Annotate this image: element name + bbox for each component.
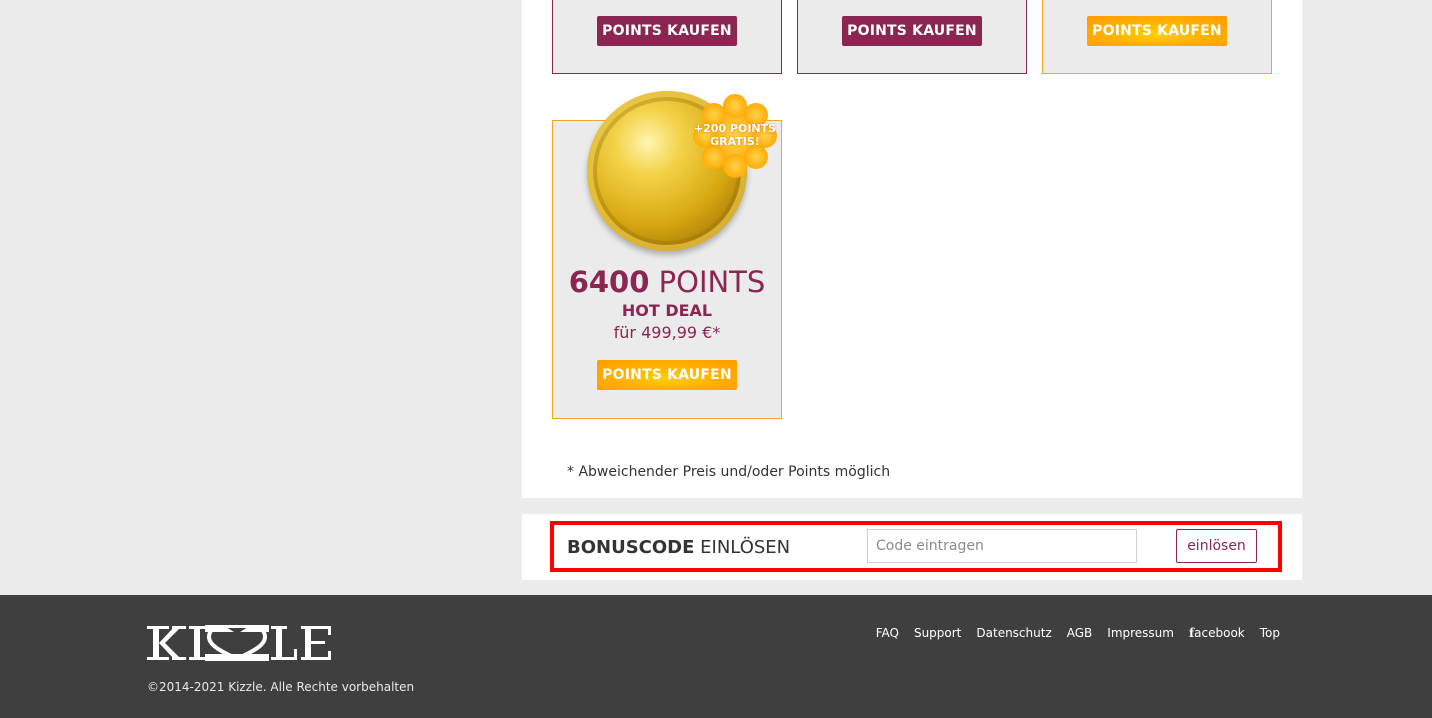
buy-points-button-hot-deal[interactable]: POINTS KAUFEN	[597, 360, 737, 390]
buy-points-button-1[interactable]: POINTS KAUFEN	[597, 16, 737, 46]
footer-links: FAQ Support Datenschutz AGB Impressum fa…	[876, 626, 1280, 640]
kizzle-logo[interactable]	[147, 625, 331, 661]
package-card-2: POINTS KAUFEN	[797, 0, 1027, 74]
footer-link-privacy[interactable]: Datenschutz	[976, 626, 1051, 640]
hot-deal-card: +200 POINTS GRATIS! 6400 POINTS HOT DEAL…	[552, 91, 782, 419]
starburst-badge-icon: +200 POINTS GRATIS!	[691, 92, 779, 180]
buy-points-button-3[interactable]: POINTS KAUFEN	[1087, 16, 1227, 46]
points-packages-panel: POINTS KAUFEN POINTS KAUFEN POINTS KAUFE…	[522, 0, 1302, 498]
hot-deal-label: HOT DEAL	[621, 301, 713, 320]
price-note: * Abweichender Preis und/oder Points mög…	[567, 464, 891, 480]
package-card-1: POINTS KAUFEN	[552, 0, 782, 74]
buy-points-button-2[interactable]: POINTS KAUFEN	[842, 16, 982, 46]
bonus-badge-text: +200 POINTS GRATIS!	[693, 122, 777, 148]
footer-link-terms[interactable]: AGB	[1067, 626, 1093, 640]
footer-link-faq[interactable]: FAQ	[876, 626, 899, 640]
package-card-3: POINTS KAUFEN	[1042, 0, 1272, 74]
redeem-button[interactable]: einlösen	[1176, 529, 1257, 563]
footer-link-imprint[interactable]: Impressum	[1107, 626, 1174, 640]
footer: ©2014-2021 Kizzle. Alle Rechte vorbehalt…	[0, 595, 1432, 718]
bonus-code-panel: BONUSCODE EINLÖSEN einlösen	[522, 514, 1302, 580]
footer-link-top[interactable]: Top	[1260, 626, 1280, 640]
footer-link-facebook[interactable]: facebook	[1189, 626, 1245, 640]
copyright-text: ©2014-2021 Kizzle. Alle Rechte vorbehalt…	[147, 680, 415, 694]
bonus-code-title: BONUSCODE EINLÖSEN	[567, 537, 791, 558]
bonus-code-input[interactable]	[867, 529, 1137, 563]
deal-points-amount: 6400 POINTS	[568, 265, 766, 299]
deal-price: für 499,99 €*	[613, 323, 721, 342]
footer-link-support[interactable]: Support	[914, 626, 961, 640]
